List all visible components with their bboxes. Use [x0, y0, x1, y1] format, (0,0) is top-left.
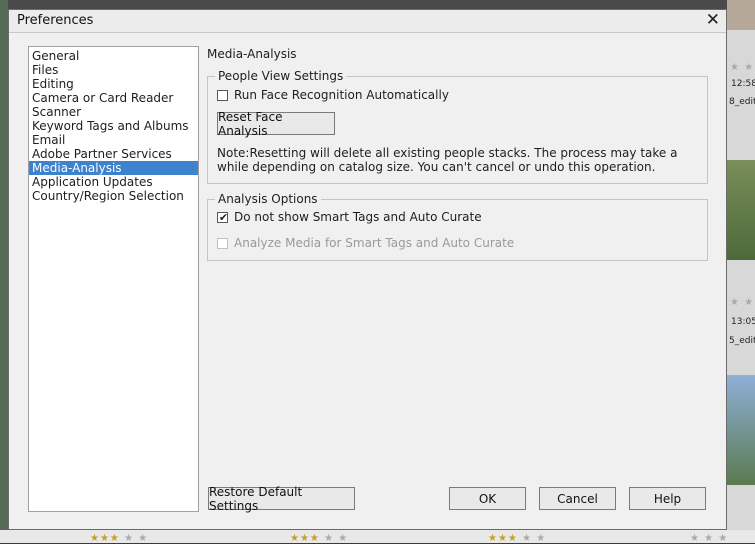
section-title: Media-Analysis — [207, 47, 297, 61]
preferences-dialog: Preferences ✕ General Files Editing Came… — [8, 9, 727, 530]
analyze-media-row: Analyze Media for Smart Tags and Auto Cu… — [217, 236, 514, 250]
background-filename: 8_edite — [729, 97, 755, 107]
category-item-scanner[interactable]: Scanner — [29, 105, 198, 119]
close-icon[interactable]: ✕ — [706, 10, 720, 30]
analysis-options-group: Analysis Options — [207, 192, 708, 261]
cancel-button[interactable]: Cancel — [539, 487, 616, 510]
background-rating-stars: ★★★ ★ ★ — [488, 533, 547, 544]
category-item-camera-card-reader[interactable]: Camera or Card Reader — [29, 91, 198, 105]
background-photo — [727, 0, 755, 30]
category-item-general[interactable]: General — [29, 49, 198, 63]
restore-default-settings-button[interactable]: Restore Default Settings — [208, 485, 355, 513]
category-list: General Files Editing Camera or Card Rea… — [28, 46, 199, 512]
checkbox-label: Analyze Media for Smart Tags and Auto Cu… — [234, 236, 515, 250]
category-item-editing[interactable]: Editing — [29, 77, 198, 91]
background-filename: 5_edit — [729, 336, 755, 346]
group-label: People View Settings — [215, 69, 347, 83]
checkmark-icon: ✔ — [218, 210, 229, 224]
background-rating-stars: ★★★ ★ ★ — [90, 533, 149, 544]
background-photo — [0, 0, 8, 530]
category-item-email[interactable]: Email — [29, 133, 198, 147]
background-rating-stars: ★★★ ★ ★ — [290, 533, 349, 544]
group-label: Analysis Options — [215, 192, 321, 206]
ok-button[interactable]: OK — [449, 487, 526, 510]
background-rating-stars: ★ ★ — [730, 297, 755, 308]
background-rating-stars: ★ ★ — [730, 62, 755, 73]
checkbox-label: Do not show Smart Tags and Auto Curate — [234, 210, 482, 224]
help-button[interactable]: Help — [629, 487, 706, 510]
category-item-media-analysis[interactable]: Media-Analysis — [29, 161, 198, 175]
checkbox-label: Run Face Recognition Automatically — [234, 88, 449, 102]
reset-face-analysis-button[interactable]: Reset Face Analysis — [217, 110, 335, 138]
do-not-show-smart-tags-checkbox[interactable]: ✔ — [217, 210, 229, 224]
reset-note: Note:Resetting will delete all existing … — [217, 146, 678, 174]
background-time: 12:58 — [731, 79, 755, 89]
category-item-adobe-partner-services[interactable]: Adobe Partner Services — [29, 147, 198, 161]
category-item-country-region[interactable]: Country/Region Selection — [29, 189, 198, 203]
category-item-files[interactable]: Files — [29, 63, 198, 77]
background-photo — [727, 375, 755, 485]
run-face-recognition-checkbox-row[interactable]: Run Face Recognition Automatically — [217, 88, 449, 102]
run-face-recognition-checkbox[interactable] — [217, 89, 228, 101]
analyze-media-checkbox — [217, 237, 228, 249]
do-not-show-smart-tags-row[interactable]: ✔ Do not show Smart Tags and Auto Curate — [217, 210, 482, 224]
background-rating-stars: ★ ★ ★ — [690, 533, 729, 544]
category-item-application-updates[interactable]: Application Updates — [29, 175, 198, 189]
background-photo — [727, 160, 755, 260]
title-bar: Preferences ✕ — [9, 10, 726, 33]
background-time: 13:05 — [731, 317, 755, 327]
dialog-title: Preferences — [17, 13, 94, 28]
category-item-keyword-tags-albums[interactable]: Keyword Tags and Albums — [29, 119, 198, 133]
